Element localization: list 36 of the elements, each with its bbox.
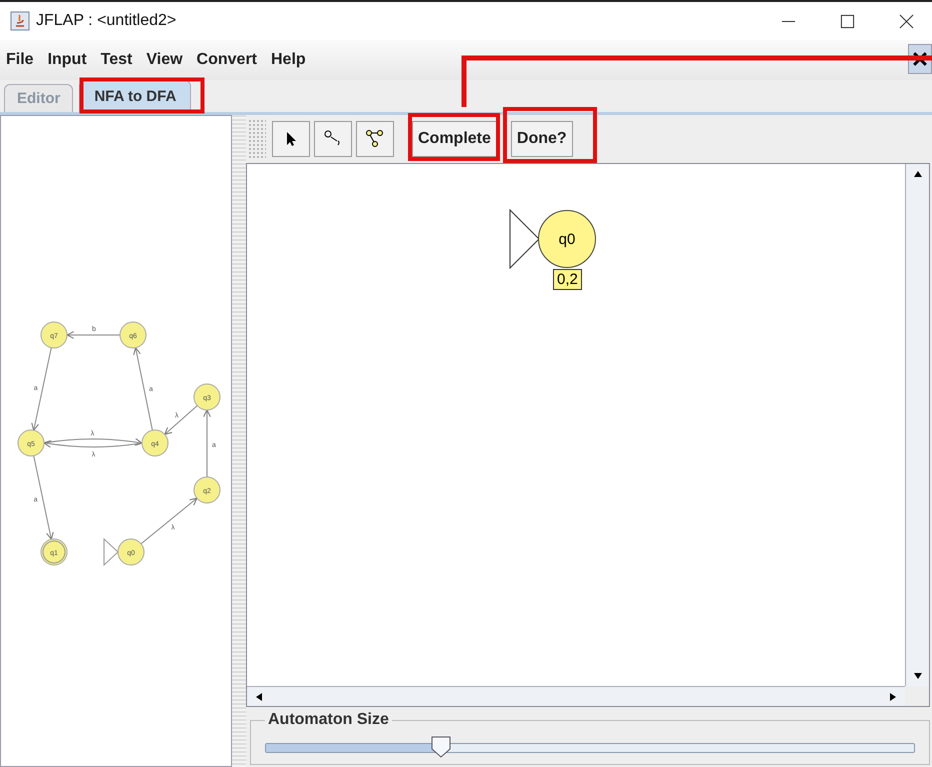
transition-arrow (140, 498, 198, 544)
dfa-canvas[interactable]: q0 0,2 (247, 164, 905, 686)
scroll-right-icon[interactable] (888, 692, 898, 702)
start-triangle (104, 538, 119, 566)
slider-track[interactable] (265, 743, 915, 753)
transition-arrow (66, 331, 120, 339)
group-title: Automaton Size (267, 711, 390, 729)
transition-arrow (203, 410, 211, 478)
scroll-up-icon[interactable] (912, 169, 922, 179)
scroll-left-icon[interactable] (254, 692, 264, 702)
maximize-icon[interactable] (840, 14, 855, 28)
graph-nodes-icon (365, 129, 385, 149)
menu-item[interactable]: File (6, 51, 34, 69)
toolbar-grip[interactable] (248, 119, 266, 159)
menu-item[interactable]: View (146, 51, 183, 69)
state-expander-tool-button[interactable] (314, 121, 352, 157)
transition-arrow (164, 405, 198, 435)
close-icon[interactable] (899, 14, 914, 28)
menu-item[interactable]: Convert (196, 51, 257, 69)
close-icon (913, 52, 927, 66)
toolbar-button[interactable]: Complete (412, 121, 497, 157)
menu-item[interactable]: Input (48, 51, 87, 69)
slider-thumb[interactable] (430, 736, 452, 758)
scroll-down-icon[interactable] (912, 671, 922, 681)
vertical-scrollbar[interactable] (905, 164, 929, 686)
horizontal-scrollbar[interactable] (247, 686, 905, 706)
expand-group-tool-button[interactable] (356, 121, 394, 157)
pointer-tool-button[interactable] (272, 121, 310, 157)
start-triangle (509, 209, 540, 269)
state-set-label: 0,2 (553, 269, 582, 290)
toolbar-button[interactable]: Done? (510, 121, 573, 157)
window-title: JFLAP : <untitled2> (36, 12, 176, 30)
state-circle: q0 (538, 210, 596, 268)
menu-item[interactable]: Help (271, 51, 306, 69)
app-icon (10, 11, 30, 31)
menu-item[interactable]: Test (100, 51, 132, 69)
